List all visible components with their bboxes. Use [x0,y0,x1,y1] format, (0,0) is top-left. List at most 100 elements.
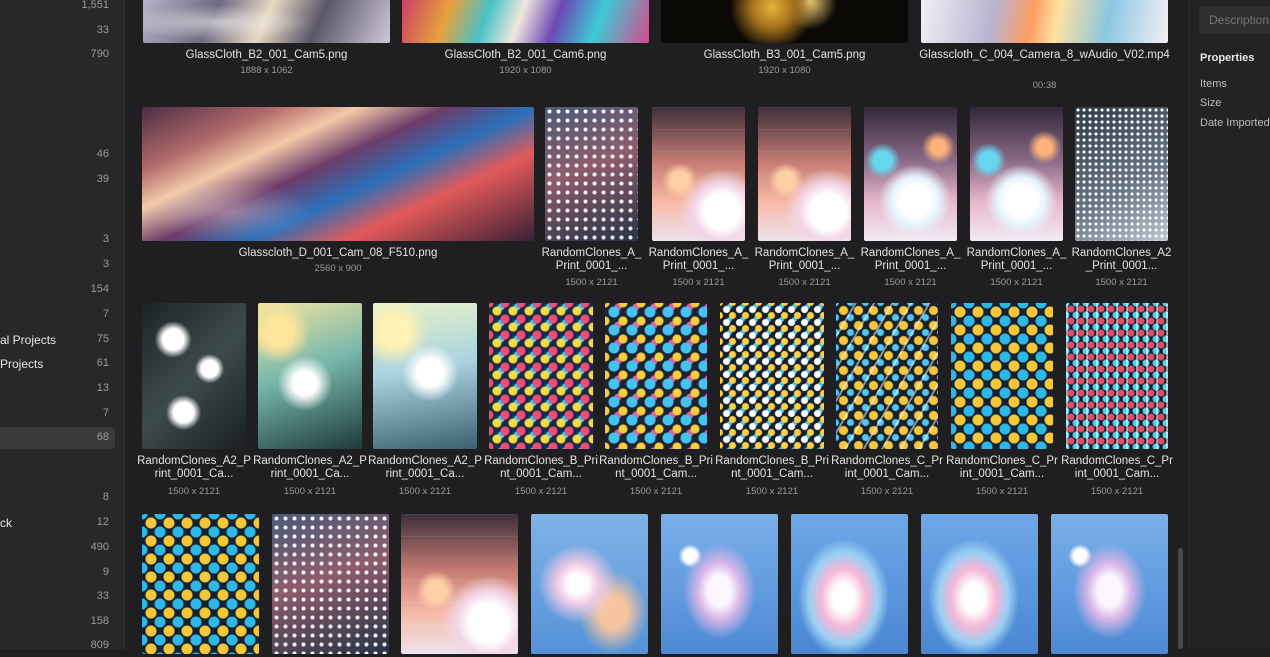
asset-filename: RandomClones_A2_Print_0001... [1071,247,1172,272]
sidebar-item[interactable]: 809 [0,635,115,657]
asset-thumbnail[interactable] [402,0,649,43]
asset-thumbnail[interactable] [1075,107,1168,241]
asset-thumbnail[interactable] [652,107,745,241]
asset-dimensions: 1500 x 2121 [975,486,1029,497]
asset-filename: GlassCloth_B3_001_Cam5.png [703,49,866,61]
asset-dimensions: 1500 x 2121 [884,277,937,288]
asset-dimensions: 1500 x 2121 [1090,486,1144,497]
asset-dimensions: 00:38 [1032,80,1057,91]
sidebar-item[interactable]: Projects 61 [0,353,115,375]
sidebar-item-count: 790 [90,48,109,60]
asset-thumbnail[interactable] [1066,303,1168,449]
properties-header: Properties [1200,52,1255,64]
sidebar-item-label: Projects [0,357,44,371]
sidebar-item[interactable]: 7 [0,403,115,425]
sidebar-item-count: 8 [102,491,109,503]
asset-dimensions: 1500 x 2121 [1095,277,1148,288]
asset-dimensions: 1500 x 2121 [778,277,831,288]
sidebar-item-count: 154 [90,283,109,295]
asset-thumbnail[interactable] [921,0,1168,43]
description-input[interactable] [1199,6,1270,34]
asset-dimensions: 1920 x 1080 [499,65,552,76]
asset-filename: RandomClones_A_Print_0001_... [860,247,961,272]
asset-thumbnail[interactable] [970,107,1063,241]
asset-filename: RandomClones_A_Print_0001_... [648,247,749,272]
asset-filename: RandomClones_B_Print_0001_Cam... [484,455,598,480]
asset-thumbnail[interactable] [836,303,938,449]
sidebar-item-count: 7 [102,308,109,320]
sidebar-item-count: 75 [96,333,109,345]
sidebar-item-count: 68 [96,431,109,443]
inspector-panel: Properties Items Size Date Imported [1188,0,1270,649]
asset-filename: RandomClones_A2_Print_0001_Ca... [253,455,367,480]
asset-thumbnail[interactable] [142,107,534,241]
sidebar: 1,551 33 790 46 39 3 3 154 7 al Projects 75 Project… [0,0,125,651]
asset-thumbnail[interactable] [758,107,851,241]
sidebar-item[interactable]: 1,551 [0,0,115,17]
sidebar-item[interactable]: ck 12 [0,512,115,534]
asset-thumbnail[interactable] [489,303,593,449]
asset-filename: RandomClones_A2_Print_0001_Ca... [137,455,251,480]
asset-thumbnail[interactable] [258,303,362,449]
asset-thumbnail[interactable] [921,514,1038,654]
asset-dimensions: 1500 x 2121 [745,486,799,497]
sidebar-item[interactable]: 13 [0,378,115,400]
sidebar-item[interactable]: 9 [0,562,115,584]
asset-filename: RandomClones_A_Print_0001_... [541,247,642,272]
asset-dimensions: 1920 x 1080 [758,65,811,76]
sidebar-item[interactable]: 68 [0,427,115,449]
sidebar-item-count: 3 [102,258,109,270]
sidebar-item-label: al Projects [0,333,57,347]
asset-thumbnail[interactable] [142,514,259,654]
sidebar-item[interactable]: 158 [0,611,115,633]
sidebar-item[interactable]: 33 [0,20,115,42]
asset-thumbnail[interactable] [531,514,648,654]
asset-dimensions: 1888 x 1062 [240,65,293,76]
sidebar-item[interactable]: 490 [0,537,115,559]
asset-dimensions: 1500 x 2121 [629,486,683,497]
asset-dimensions: 2560 x 900 [314,263,362,274]
asset-filename: RandomClones_A_Print_0001_... [966,247,1067,272]
sidebar-item-count: 809 [90,639,109,651]
asset-thumbnail[interactable] [661,514,778,654]
asset-thumbnail[interactable] [864,107,957,241]
asset-dimensions: 1500 x 2121 [565,277,618,288]
asset-dimensions: 1500 x 2121 [990,277,1043,288]
sidebar-item-count: 13 [96,382,109,394]
asset-filename: RandomClones_C_Print_0001_Cam... [831,455,943,480]
asset-thumbnail[interactable] [605,303,707,449]
sidebar-item[interactable]: 46 [0,144,115,166]
asset-thumbnail[interactable] [401,514,518,654]
asset-thumbnail[interactable] [791,514,908,654]
sidebar-item[interactable]: al Projects 75 [0,329,115,351]
asset-thumbnail[interactable] [720,303,824,449]
sidebar-item[interactable]: 8 [0,487,115,509]
asset-thumbnail[interactable] [272,514,389,654]
sidebar-item[interactable]: 33 [0,586,115,608]
asset-thumbnail[interactable] [143,0,390,43]
sidebar-item[interactable]: 3 [0,229,115,251]
sidebar-item-count: 61 [96,357,109,369]
sidebar-item[interactable]: 39 [0,169,115,191]
asset-dimensions: 1500 x 2121 [283,486,337,497]
sidebar-item-count: 9 [102,566,109,578]
sidebar-item[interactable]: 7 [0,304,115,326]
asset-dimensions: 1500 x 2121 [514,486,568,497]
asset-thumbnail[interactable] [1051,514,1168,654]
grid-scrollbar[interactable] [1178,548,1183,649]
sidebar-item[interactable]: 154 [0,279,115,301]
asset-filename: RandomClones_B_Print_0001_Cam... [599,455,713,480]
sidebar-item-count: 490 [90,541,109,553]
asset-thumbnail[interactable] [661,0,908,43]
asset-filename: Glasscloth_C_004_Camera_8_wAudio_V02.mp4 [919,49,1170,61]
asset-thumbnail[interactable] [545,107,638,241]
sidebar-item[interactable]: 3 [0,254,115,276]
asset-dimensions: 1500 x 2121 [167,486,221,497]
asset-filename: RandomClones_C_Print_0001_Cam... [1061,455,1173,480]
asset-thumbnail[interactable] [142,303,246,449]
asset-dimensions: 1500 x 2121 [860,486,914,497]
asset-thumbnail[interactable] [951,303,1053,449]
sidebar-item[interactable]: 790 [0,44,115,66]
sidebar-item-count: 39 [96,173,109,185]
asset-thumbnail[interactable] [373,303,477,449]
